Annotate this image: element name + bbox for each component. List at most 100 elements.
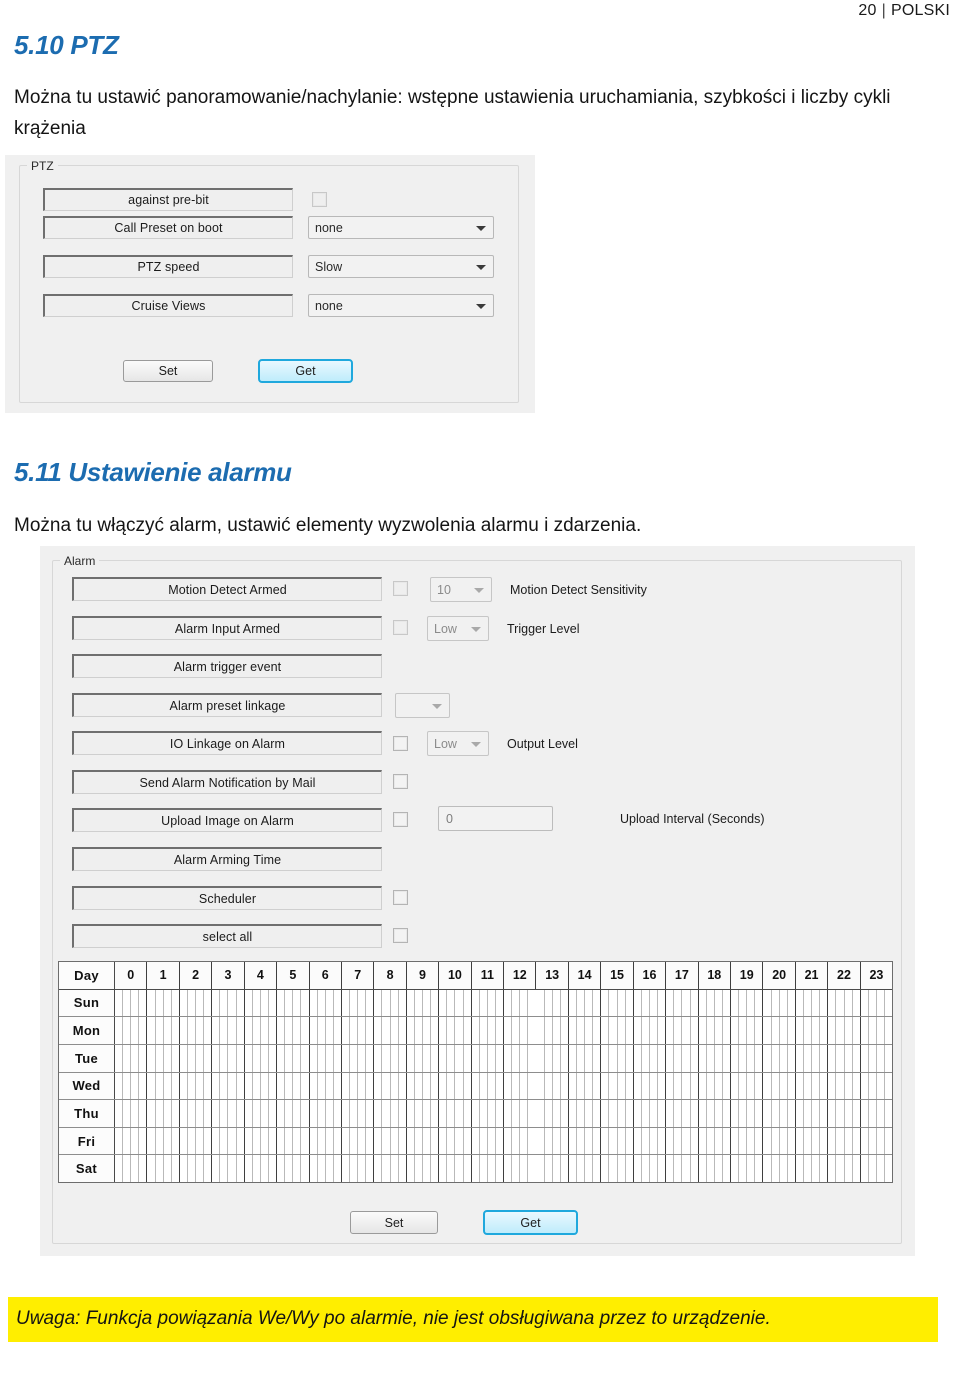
scheduler-slot-cell[interactable] [341, 1155, 351, 1182]
scheduler-slot-cell[interactable] [115, 1155, 124, 1182]
scheduler-slot-cell[interactable] [617, 1127, 626, 1155]
scheduler-slot-cell[interactable] [147, 989, 156, 1017]
scheduler-slot-cell[interactable] [269, 1044, 277, 1072]
scheduler-hour-cell[interactable] [244, 989, 278, 1017]
scheduler-slot-cell[interactable] [423, 1127, 432, 1155]
scheduler-slot-cell[interactable] [171, 1127, 179, 1155]
scheduler-hour-cell[interactable] [633, 1017, 667, 1044]
scheduler-slot-cell[interactable] [382, 989, 391, 1017]
scheduler-slot-cell[interactable] [293, 1017, 302, 1044]
scheduler-slot-cell[interactable] [617, 1044, 626, 1072]
scheduler-slot-cell[interactable] [366, 989, 374, 1017]
scheduler-slot-cell[interactable] [374, 1155, 383, 1182]
scheduler-slot-cell[interactable] [269, 989, 277, 1017]
scheduler-slot-cell[interactable] [739, 1017, 748, 1044]
scheduler-slot-cell[interactable] [787, 1017, 795, 1044]
alarm-set-button[interactable]: Set [350, 1211, 438, 1234]
scheduler-slot-cell[interactable] [779, 1072, 788, 1100]
scheduler-slot-cell[interactable] [560, 1044, 568, 1072]
scheduler-slot-cell[interactable] [690, 1044, 698, 1072]
scheduler-hour-cell[interactable] [601, 1017, 634, 1044]
scheduler-slot-cell[interactable] [228, 1127, 237, 1155]
scheduler-slot-cell[interactable] [722, 1155, 731, 1182]
scheduler-slot-cell[interactable] [820, 1100, 828, 1127]
scheduler-slot-cell[interactable] [795, 1044, 804, 1072]
scheduler-slot-cell[interactable] [885, 1017, 893, 1044]
scheduler-slot-cell[interactable] [139, 1100, 147, 1127]
scheduler-slot-cell[interactable] [455, 1127, 464, 1155]
scheduler-slot-cell[interactable] [706, 1127, 715, 1155]
scheduler-slot-cell[interactable] [666, 1072, 675, 1100]
scheduler-slot-cell[interactable] [666, 1100, 675, 1127]
scheduler-hour-cell[interactable] [309, 1155, 342, 1182]
scheduler-slot-cell[interactable] [309, 1017, 318, 1044]
scheduler-slot-cell[interactable] [382, 1100, 391, 1127]
scheduler-slot-cell[interactable] [876, 1017, 886, 1044]
scheduler-hour-cell[interactable] [406, 989, 440, 1017]
scheduler-slot-cell[interactable] [868, 1072, 877, 1100]
scheduler-hour-cell[interactable] [341, 1072, 375, 1100]
scheduler-slot-cell[interactable] [714, 1127, 723, 1155]
scheduler-slot-cell[interactable] [398, 1155, 406, 1182]
scheduler-slot-cell[interactable] [868, 1155, 877, 1182]
scheduler-slot-cell[interactable] [755, 1100, 763, 1127]
scheduler-slot-cell[interactable] [341, 989, 351, 1017]
scheduler-slot-cell[interactable] [609, 1127, 618, 1155]
scheduler-hour-cell[interactable] [471, 1072, 505, 1100]
scheduler-slot-cell[interactable] [731, 1155, 740, 1182]
scheduler-hour-cell[interactable] [828, 989, 861, 1017]
scheduler-slot-cell[interactable] [406, 1100, 415, 1127]
scheduler-slot-cell[interactable] [658, 989, 666, 1017]
scheduler-day-row[interactable]: Tue [59, 1044, 893, 1073]
scheduler-slot-cell[interactable] [674, 1072, 683, 1100]
scheduler-slot-cell[interactable] [277, 1100, 286, 1127]
scheduler-slot-cell[interactable] [220, 1100, 229, 1127]
scheduler-slot-cell[interactable] [115, 1072, 124, 1100]
scheduler-slot-cell[interactable] [423, 989, 432, 1017]
scheduler-slot-cell[interactable] [714, 1155, 723, 1182]
scheduler-slot-cell[interactable] [317, 1127, 326, 1155]
scheduler-slot-cell[interactable] [269, 1072, 277, 1100]
scheduler-hour-cell[interactable] [374, 1044, 407, 1072]
scheduler-hour-cell[interactable] [147, 989, 180, 1017]
scheduler-hour-cell[interactable] [860, 1155, 893, 1182]
scheduler-slot-cell[interactable] [803, 1072, 813, 1100]
scheduler-hour-cell[interactable] [471, 1044, 505, 1072]
scheduler-slot-cell[interactable] [666, 1017, 675, 1044]
scheduler-slot-cell[interactable] [147, 1017, 156, 1044]
scheduler-slot-cell[interactable] [633, 1100, 642, 1127]
scheduler-slot-cell[interactable] [755, 1155, 763, 1182]
scheduler-slot-cell[interactable] [674, 989, 683, 1017]
scheduler-slot-cell[interactable] [560, 1072, 568, 1100]
scheduler-slot-cell[interactable] [779, 1155, 788, 1182]
scheduler-slot-cell[interactable] [593, 989, 601, 1017]
scheduler-slot-cell[interactable] [471, 1127, 480, 1155]
scheduler-slot-cell[interactable] [812, 1072, 821, 1100]
scheduler-slot-cell[interactable] [641, 1017, 650, 1044]
scheduler-slot-cell[interactable] [115, 1044, 124, 1072]
scheduler-slot-cell[interactable] [609, 1072, 618, 1100]
scheduler-slot-cell[interactable] [350, 1127, 359, 1155]
scheduler-slot-cell[interactable] [423, 1100, 432, 1127]
scheduler-slot-cell[interactable] [398, 1127, 406, 1155]
scheduler-hour-cell[interactable] [374, 1017, 407, 1044]
scheduler-hour-cell[interactable] [406, 1127, 440, 1155]
scheduler-slot-cell[interactable] [568, 1127, 578, 1155]
scheduler-slot-cell[interactable] [706, 1044, 715, 1072]
scheduler-slot-cell[interactable] [836, 1017, 845, 1044]
scheduler-hour-cell[interactable] [244, 1127, 278, 1155]
scheduler-slot-cell[interactable] [309, 1127, 318, 1155]
scheduler-hour-cell[interactable] [341, 1155, 375, 1182]
scheduler-slot-cell[interactable] [350, 989, 359, 1017]
scheduler-slot-cell[interactable] [447, 1072, 456, 1100]
alarm-checkbox-select-all[interactable] [393, 928, 408, 943]
scheduler-slot-cell[interactable] [455, 1100, 464, 1127]
scheduler-hour-cell[interactable] [309, 1127, 342, 1155]
scheduler-slot-cell[interactable] [504, 1155, 513, 1182]
scheduler-slot-cell[interactable] [463, 1127, 471, 1155]
scheduler-slot-cell[interactable] [431, 1100, 439, 1127]
scheduler-slot-cell[interactable] [228, 1017, 237, 1044]
scheduler-slot-cell[interactable] [787, 1072, 795, 1100]
scheduler-hour-cell[interactable] [179, 1017, 213, 1044]
scheduler-hour-cell[interactable] [666, 1017, 699, 1044]
